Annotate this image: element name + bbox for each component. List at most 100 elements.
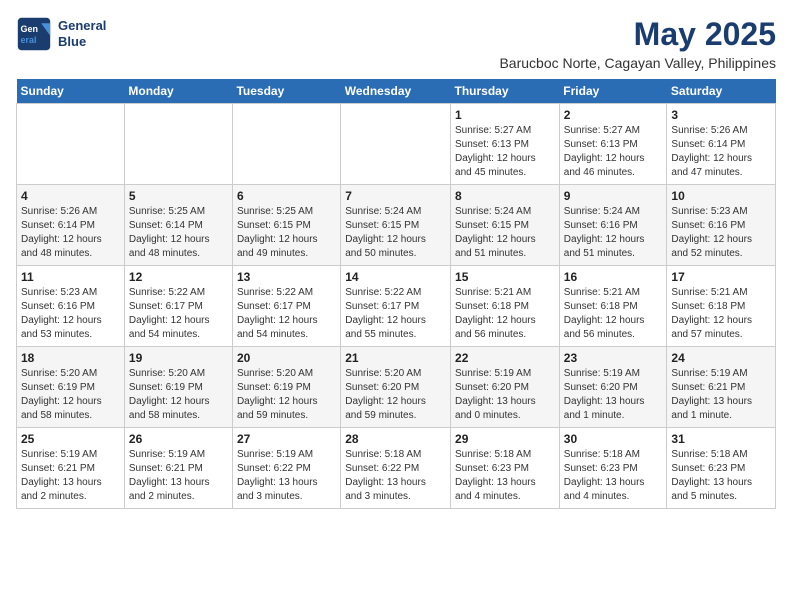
day-number: 30 <box>564 432 663 446</box>
day-info: Sunrise: 5:19 AM Sunset: 6:20 PM Dayligh… <box>455 367 555 423</box>
calendar-cell: 5Sunrise: 5:25 AM Sunset: 6:14 PM Daylig… <box>124 185 232 266</box>
calendar-cell: 8Sunrise: 5:24 AM Sunset: 6:15 PM Daylig… <box>451 185 560 266</box>
calendar-cell: 11 Sunrise: 5:23 AM Sunset: 6:16 PM Dayli… <box>17 266 125 347</box>
calendar-cell: 12 Sunrise: 5:22 AM Sunset: 6:17 PM Dayli… <box>124 266 232 347</box>
calendar-cell: 15 Sunrise: 5:21 AM Sunset: 6:18 PM Dayli… <box>451 266 560 347</box>
day-info: Sunrise: 5:24 AM Sunset: 6:15 PM Dayligh… <box>345 205 446 261</box>
day-number: 27 <box>237 432 336 446</box>
day-number: 3 <box>671 108 771 122</box>
calendar-cell: 3Sunrise: 5:26 AM Sunset: 6:14 PM Daylig… <box>667 104 776 185</box>
day-info: Sunrise: 5:21 AM Sunset: 6:18 PM Dayligh… <box>564 286 663 342</box>
day-info: Sunrise: 5:21 AM Sunset: 6:18 PM Dayligh… <box>455 286 555 342</box>
day-number: 28 <box>345 432 446 446</box>
calendar-week-row: 4Sunrise: 5:26 AM Sunset: 6:14 PM Daylig… <box>17 185 776 266</box>
day-number: 10 <box>671 189 771 203</box>
calendar-cell: 10 Sunrise: 5:23 AM Sunset: 6:16 PM Dayli… <box>667 185 776 266</box>
column-header-saturday: Saturday <box>667 79 776 104</box>
calendar-week-row: 11 Sunrise: 5:23 AM Sunset: 6:16 PM Dayli… <box>17 266 776 347</box>
day-number: 15 <box>455 270 555 284</box>
calendar-cell: 16 Sunrise: 5:21 AM Sunset: 6:18 PM Dayli… <box>559 266 667 347</box>
calendar-cell <box>124 104 232 185</box>
calendar-cell <box>17 104 125 185</box>
day-number: 5 <box>129 189 228 203</box>
calendar-cell: 22 Sunrise: 5:19 AM Sunset: 6:20 PM Dayli… <box>451 347 560 428</box>
day-info: Sunrise: 5:19 AM Sunset: 6:21 PM Dayligh… <box>129 448 228 504</box>
calendar-cell: 19 Sunrise: 5:20 AM Sunset: 6:19 PM Dayli… <box>124 347 232 428</box>
calendar-cell: 24 Sunrise: 5:19 AM Sunset: 6:21 PM Dayli… <box>667 347 776 428</box>
calendar-cell: 6Sunrise: 5:25 AM Sunset: 6:15 PM Daylig… <box>232 185 340 266</box>
day-number: 13 <box>237 270 336 284</box>
day-number: 25 <box>21 432 120 446</box>
day-number: 18 <box>21 351 120 365</box>
day-info: Sunrise: 5:23 AM Sunset: 6:16 PM Dayligh… <box>21 286 120 342</box>
calendar-cell: 29 Sunrise: 5:18 AM Sunset: 6:23 PM Dayli… <box>451 428 560 509</box>
page-header: Gen eral General Blue May 2025 Barucboc … <box>16 16 776 71</box>
general-blue-logo-icon: Gen eral <box>16 16 52 52</box>
day-number: 2 <box>564 108 663 122</box>
day-info: Sunrise: 5:18 AM Sunset: 6:22 PM Dayligh… <box>345 448 446 504</box>
day-info: Sunrise: 5:19 AM Sunset: 6:21 PM Dayligh… <box>21 448 120 504</box>
column-header-tuesday: Tuesday <box>232 79 340 104</box>
day-info: Sunrise: 5:22 AM Sunset: 6:17 PM Dayligh… <box>237 286 336 342</box>
logo-text: General Blue <box>58 18 106 49</box>
calendar-cell: 21Sunrise: 5:20 AM Sunset: 6:20 PM Dayli… <box>341 347 451 428</box>
day-number: 1 <box>455 108 555 122</box>
calendar-cell: 27 Sunrise: 5:19 AM Sunset: 6:22 PM Dayli… <box>232 428 340 509</box>
calendar-cell: 20 Sunrise: 5:20 AM Sunset: 6:19 PM Dayli… <box>232 347 340 428</box>
location-title: Barucboc Norte, Cagayan Valley, Philippi… <box>499 55 776 71</box>
svg-text:Gen: Gen <box>21 24 39 34</box>
day-info: Sunrise: 5:20 AM Sunset: 6:19 PM Dayligh… <box>129 367 228 423</box>
calendar-cell: 23 Sunrise: 5:19 AM Sunset: 6:20 PM Dayli… <box>559 347 667 428</box>
calendar-cell: 7Sunrise: 5:24 AM Sunset: 6:15 PM Daylig… <box>341 185 451 266</box>
day-number: 12 <box>129 270 228 284</box>
calendar-header-row: SundayMondayTuesdayWednesdayThursdayFrid… <box>17 79 776 104</box>
calendar-cell: 26 Sunrise: 5:19 AM Sunset: 6:21 PM Dayli… <box>124 428 232 509</box>
day-info: Sunrise: 5:22 AM Sunset: 6:17 PM Dayligh… <box>345 286 446 342</box>
day-info: Sunrise: 5:18 AM Sunset: 6:23 PM Dayligh… <box>455 448 555 504</box>
day-number: 24 <box>671 351 771 365</box>
calendar-cell: 13 Sunrise: 5:22 AM Sunset: 6:17 PM Dayli… <box>232 266 340 347</box>
calendar-cell: 2 Sunrise: 5:27 AM Sunset: 6:13 PM Daylig… <box>559 104 667 185</box>
day-number: 26 <box>129 432 228 446</box>
day-info: Sunrise: 5:22 AM Sunset: 6:17 PM Dayligh… <box>129 286 228 342</box>
day-info: Sunrise: 5:19 AM Sunset: 6:22 PM Dayligh… <box>237 448 336 504</box>
calendar-cell: 14 Sunrise: 5:22 AM Sunset: 6:17 PM Dayli… <box>341 266 451 347</box>
day-info: Sunrise: 5:18 AM Sunset: 6:23 PM Dayligh… <box>671 448 771 504</box>
logo: Gen eral General Blue <box>16 16 106 52</box>
day-number: 16 <box>564 270 663 284</box>
calendar-table: SundayMondayTuesdayWednesdayThursdayFrid… <box>16 79 776 509</box>
day-number: 22 <box>455 351 555 365</box>
calendar-cell: 4Sunrise: 5:26 AM Sunset: 6:14 PM Daylig… <box>17 185 125 266</box>
day-info: Sunrise: 5:27 AM Sunset: 6:13 PM Dayligh… <box>455 124 555 180</box>
day-info: Sunrise: 5:27 AM Sunset: 6:13 PM Dayligh… <box>564 124 663 180</box>
column-header-wednesday: Wednesday <box>341 79 451 104</box>
calendar-cell: 17Sunrise: 5:21 AM Sunset: 6:18 PM Dayli… <box>667 266 776 347</box>
day-number: 29 <box>455 432 555 446</box>
calendar-cell <box>341 104 451 185</box>
calendar-week-row: 18 Sunrise: 5:20 AM Sunset: 6:19 PM Dayli… <box>17 347 776 428</box>
day-info: Sunrise: 5:24 AM Sunset: 6:15 PM Dayligh… <box>455 205 555 261</box>
calendar-week-row: 1 Sunrise: 5:27 AM Sunset: 6:13 PM Daylig… <box>17 104 776 185</box>
day-info: Sunrise: 5:26 AM Sunset: 6:14 PM Dayligh… <box>21 205 120 261</box>
day-info: Sunrise: 5:19 AM Sunset: 6:20 PM Dayligh… <box>564 367 663 423</box>
day-info: Sunrise: 5:20 AM Sunset: 6:19 PM Dayligh… <box>21 367 120 423</box>
day-info: Sunrise: 5:20 AM Sunset: 6:19 PM Dayligh… <box>237 367 336 423</box>
title-block: May 2025 Barucboc Norte, Cagayan Valley,… <box>499 16 776 71</box>
day-info: Sunrise: 5:18 AM Sunset: 6:23 PM Dayligh… <box>564 448 663 504</box>
day-number: 19 <box>129 351 228 365</box>
calendar-cell: 30 Sunrise: 5:18 AM Sunset: 6:23 PM Dayli… <box>559 428 667 509</box>
day-number: 23 <box>564 351 663 365</box>
calendar-cell: 28 Sunrise: 5:18 AM Sunset: 6:22 PM Dayli… <box>341 428 451 509</box>
calendar-cell <box>232 104 340 185</box>
calendar-cell: 9Sunrise: 5:24 AM Sunset: 6:16 PM Daylig… <box>559 185 667 266</box>
day-number: 20 <box>237 351 336 365</box>
month-title: May 2025 <box>499 16 776 53</box>
day-info: Sunrise: 5:19 AM Sunset: 6:21 PM Dayligh… <box>671 367 771 423</box>
day-info: Sunrise: 5:23 AM Sunset: 6:16 PM Dayligh… <box>671 205 771 261</box>
column-header-thursday: Thursday <box>451 79 560 104</box>
day-info: Sunrise: 5:20 AM Sunset: 6:20 PM Dayligh… <box>345 367 446 423</box>
day-number: 14 <box>345 270 446 284</box>
svg-text:eral: eral <box>21 35 37 45</box>
day-number: 6 <box>237 189 336 203</box>
day-number: 11 <box>21 270 120 284</box>
